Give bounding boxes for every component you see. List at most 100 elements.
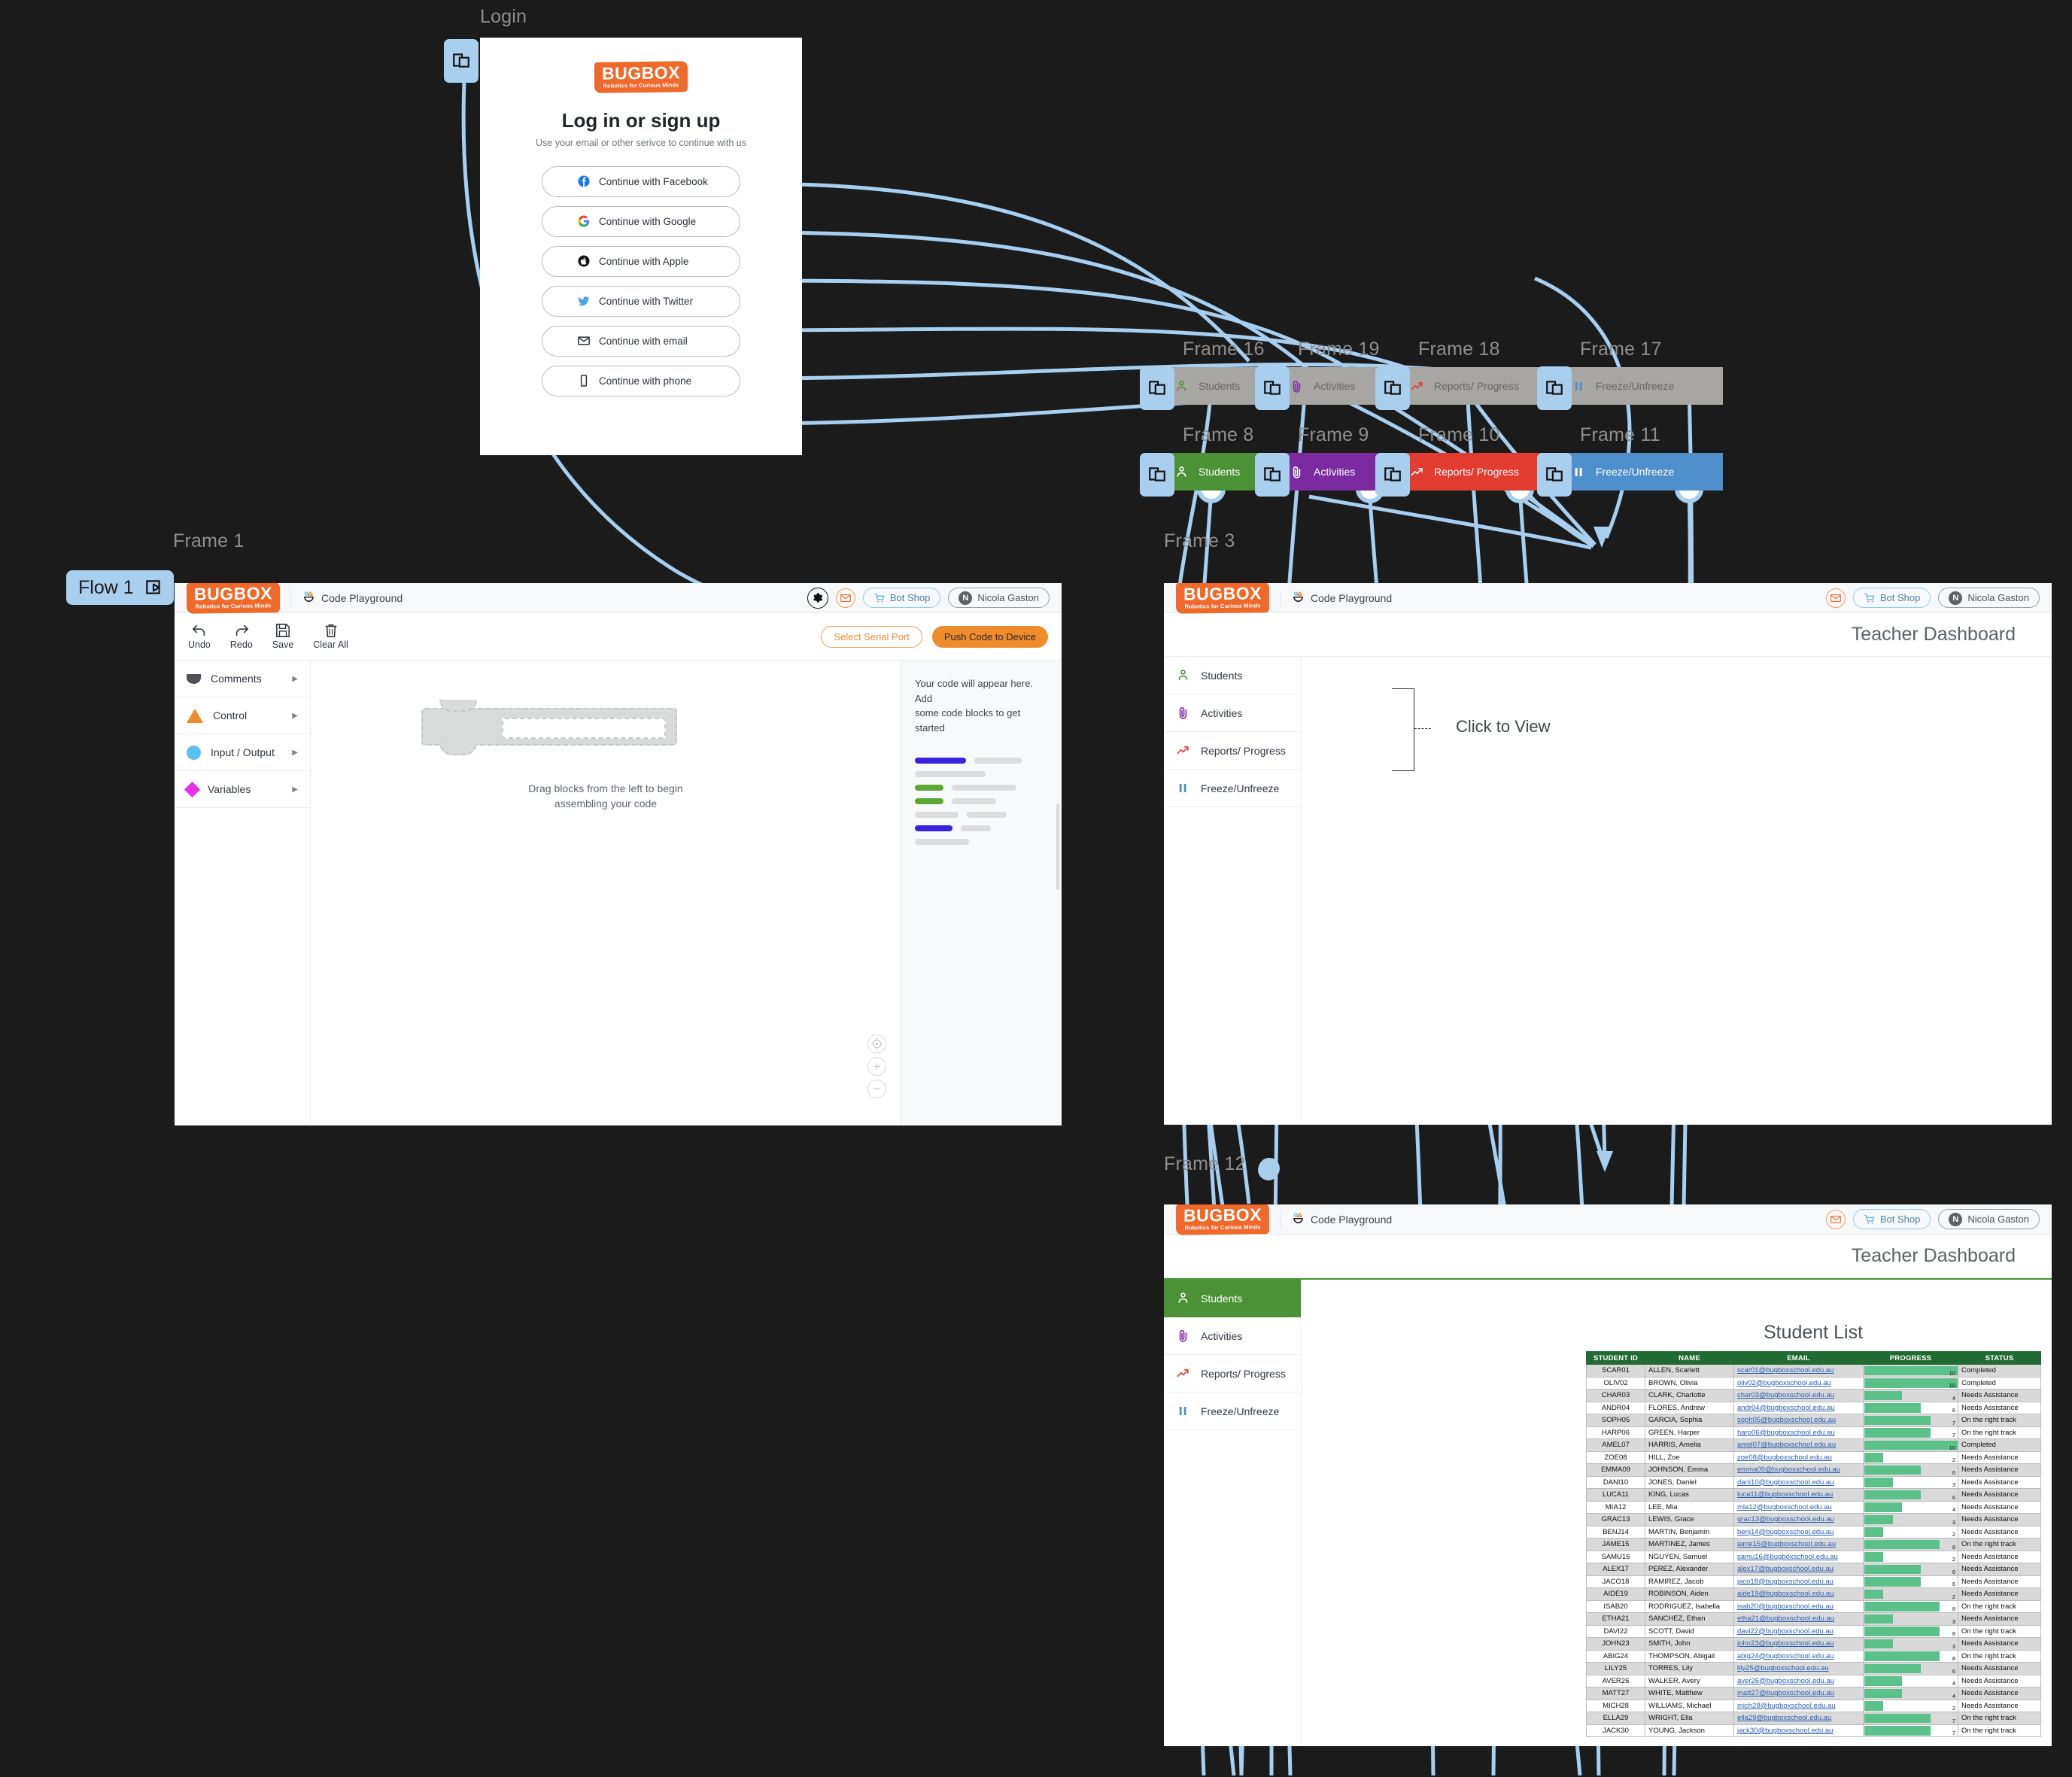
flow-1-badge[interactable]: Flow 1 [66,570,174,605]
email-link[interactable]: harp06@bugboxschool.edu.au [1737,1429,1835,1437]
table-row[interactable]: DANI10 JONES, Daniel dani10@bugboxschool.e… [1586,1475,2041,1489]
column-header[interactable]: EMAIL [1733,1351,1864,1365]
login-button-facebook[interactable]: Continue with Facebook [542,166,740,197]
table-row[interactable]: MATT27 WHITE, Matthew matt27@bugboxschool.… [1586,1687,2041,1700]
frame-1-playground[interactable]: BUGBOX Robotics for Curious Minds Code P… [175,583,1062,1125]
cell-email[interactable]: soph05@bugboxschool.edu.au [1733,1414,1864,1427]
column-header[interactable]: NAME [1645,1351,1734,1365]
cell-email[interactable]: etha21@bugboxschool.edu.au [1733,1612,1864,1626]
sidebar-item-reports-progress[interactable]: Reports/ Progress [1164,732,1301,770]
email-link[interactable]: matt27@bugboxschool.edu.au [1737,1689,1834,1697]
hotspot-frame-9[interactable] [1255,453,1290,497]
email-link[interactable]: alex17@bugboxschool.edu.au [1737,1565,1834,1573]
cell-email[interactable]: oliv02@bugboxschool.edu.au [1733,1376,1864,1390]
hotspot-frame-16[interactable] [1140,366,1174,410]
cell-email[interactable]: mia12@bugboxschool.edu.au [1733,1500,1864,1514]
mail-button[interactable] [1825,1209,1846,1229]
cell-email[interactable]: john23@bugboxschool.edu.au [1733,1637,1864,1651]
email-link[interactable]: amel07@bugboxschool.edu.au [1737,1441,1836,1449]
user-menu-button[interactable]: N Nicola Gaston [1938,1209,2040,1229]
login-window[interactable]: BUGBOX Robotics for Curious Minds Log in… [480,38,802,455]
zoom-out-button[interactable]: − [867,1080,886,1098]
bugbox-logo[interactable]: BUGBOX Robotics for Curious Minds [1176,583,1269,614]
email-link[interactable]: andr04@bugboxschool.edu.au [1737,1404,1835,1412]
email-link[interactable]: lily25@bugboxschool.edu.au [1737,1664,1829,1672]
sidebar-item-students[interactable]: Students [1164,1280,1301,1317]
hotspot-frame-11[interactable] [1537,453,1572,497]
email-link[interactable]: etha21@bugboxschool.edu.au [1737,1614,1834,1623]
table-row[interactable]: ELLA29 WRIGHT, Ella ella29@bugboxschool.ed… [1586,1712,2041,1725]
cell-email[interactable]: aver26@bugboxschool.edu.au [1733,1674,1864,1687]
email-link[interactable]: mich28@bugboxschool.edu.au [1737,1702,1836,1710]
login-button-google[interactable]: Continue with Google [542,205,740,237]
email-link[interactable]: emma09@bugboxschool.edu.au [1737,1466,1840,1474]
frame-12-student-list[interactable]: BUGBOX Robotics for Curious Minds Code P… [1164,1204,2052,1746]
cell-email[interactable]: davi22@bugboxschool.edu.au [1733,1624,1864,1638]
nav-frame-reports-progress-active[interactable]: Reports/ Progress [1399,453,1557,491]
email-link[interactable]: aide19@bugboxschool.edu.au [1737,1590,1834,1598]
cell-email[interactable]: scar01@bugboxschool.edu.au [1733,1364,1864,1378]
table-row[interactable]: ANDR04 FLORES, Andrew andr04@bugboxschool.… [1586,1401,2041,1414]
select-serial-port-button[interactable]: Select Serial Port [821,625,922,648]
table-row[interactable]: GRAC13 LEWIS, Grace grac13@bugboxschool.ed… [1586,1513,2041,1526]
hotspot-frame-8[interactable] [1140,453,1174,497]
sidebar-item-reports-progress[interactable]: Reports/ Progress [1164,1355,1301,1393]
user-menu-button[interactable]: N Nicola Gaston [948,588,1050,608]
table-row[interactable]: LILY25 TORRES, Lily lily25@bugboxschool.ed… [1586,1662,2041,1675]
table-row[interactable]: ISAB20 RODRIGUEZ, Isabella isab20@bugboxsc… [1586,1599,2041,1613]
hotspot-frame-18[interactable] [1375,366,1410,410]
email-link[interactable]: aver26@bugboxschool.edu.au [1737,1677,1834,1685]
cell-email[interactable]: emma09@bugboxschool.edu.au [1733,1463,1864,1477]
table-row[interactable]: ALEX17 PEREZ, Alexander alex17@bugboxschoo… [1586,1563,2041,1576]
cell-email[interactable]: amel07@bugboxschool.edu.au [1733,1438,1864,1452]
nav-frame-freeze-unfreeze-active[interactable]: Freeze/Unfreeze [1561,453,1723,491]
cell-email[interactable]: zoe08@bugboxschool.edu.au [1733,1450,1864,1464]
column-header[interactable]: STUDENT ID [1586,1351,1645,1365]
cell-email[interactable]: jame15@bugboxschool.edu.au [1733,1538,1864,1551]
settings-gear-button[interactable] [807,587,828,609]
bot-shop-button[interactable]: Bot Shop [1852,588,1931,608]
login-button-apple[interactable]: Continue with Apple [542,245,740,277]
table-row[interactable]: HARP06 GREEN, Harper harp06@bugboxschool.e… [1586,1426,2041,1439]
sidebar-item-activities[interactable]: Activities [1164,1317,1301,1355]
email-link[interactable]: samu16@bugboxschool.edu.au [1737,1553,1838,1561]
login-button-envelope[interactable]: Continue with email [542,325,740,357]
table-row[interactable]: AVER26 WALKER, Avery aver26@bugboxschool.e… [1586,1674,2041,1687]
table-row[interactable]: OLIV02 BROWN, Olivia oliv02@bugboxschool.e… [1586,1376,2041,1390]
sidebar-item-freeze-unfreeze[interactable]: Freeze/Unfreeze [1164,1393,1301,1430]
clear-all-button[interactable]: Clear All [313,623,348,650]
table-row[interactable]: BENJ14 MARTIN, Benjamin benj14@bugboxschoo… [1586,1525,2041,1539]
login-button-twitter[interactable]: Continue with Twitter [542,285,740,317]
bot-shop-button[interactable]: Bot Shop [862,588,941,608]
email-link[interactable]: mia12@bugboxschool.edu.au [1737,1503,1832,1511]
cell-email[interactable]: ella29@bugboxschool.edu.au [1733,1712,1864,1725]
sidebar-item-students[interactable]: Students [1164,657,1301,694]
hotspot-login[interactable] [444,39,479,83]
email-link[interactable]: luca11@bugboxschool.edu.au [1737,1490,1833,1499]
nav-frame-reports-progress-inactive[interactable]: Reports/ Progress [1399,367,1557,405]
push-code-button[interactable]: Push Code to Device [931,625,1048,648]
table-row[interactable]: MIA12 LEE, Mia mia12@bugboxschool.edu.au 4 N… [1586,1500,2041,1514]
email-link[interactable]: jaco18@bugboxschool.edu.au [1737,1578,1834,1586]
nav-frame-freeze-unfreeze-inactive[interactable]: Freeze/Unfreeze [1561,367,1723,405]
cell-email[interactable]: abig24@bugboxschool.edu.au [1733,1649,1864,1663]
sidebar-item-freeze-unfreeze[interactable]: Freeze/Unfreeze [1164,770,1301,807]
cell-email[interactable]: mich28@bugboxschool.edu.au [1733,1699,1864,1712]
email-link[interactable]: dani10@bugboxschool.edu.au [1737,1478,1834,1487]
email-link[interactable]: char03@bugboxschool.edu.au [1737,1391,1834,1399]
hotspot-frame-10[interactable] [1375,453,1410,497]
hotspot-frame-19[interactable] [1255,366,1290,410]
table-row[interactable]: ETHA21 SANCHEZ, Ethan etha21@bugboxschool.… [1586,1612,2041,1626]
table-row[interactable]: SOPH05 GARCIA, Sophia soph05@bugboxschool.… [1586,1414,2041,1427]
undo-button[interactable]: Undo [188,623,211,650]
table-row[interactable]: EMMA09 JOHNSON, Emma emma09@bugboxschool.e… [1586,1463,2041,1477]
cell-email[interactable]: harp06@bugboxschool.edu.au [1733,1426,1864,1439]
block-category-vars[interactable]: Variables ▶ [175,771,310,808]
recenter-button[interactable] [867,1034,886,1053]
cell-email[interactable]: grac13@bugboxschool.edu.au [1733,1513,1864,1526]
column-header[interactable]: PROGRESS [1863,1351,1958,1365]
email-link[interactable]: davi22@bugboxschool.edu.au [1737,1627,1834,1636]
table-row[interactable]: ABIG24 THOMPSON, Abigail abig24@bugboxscho… [1586,1649,2041,1663]
table-row[interactable]: JAME15 MARTINEZ, James jame15@bugboxschool… [1586,1538,2041,1551]
email-link[interactable]: john23@bugboxschool.edu.au [1737,1639,1834,1648]
